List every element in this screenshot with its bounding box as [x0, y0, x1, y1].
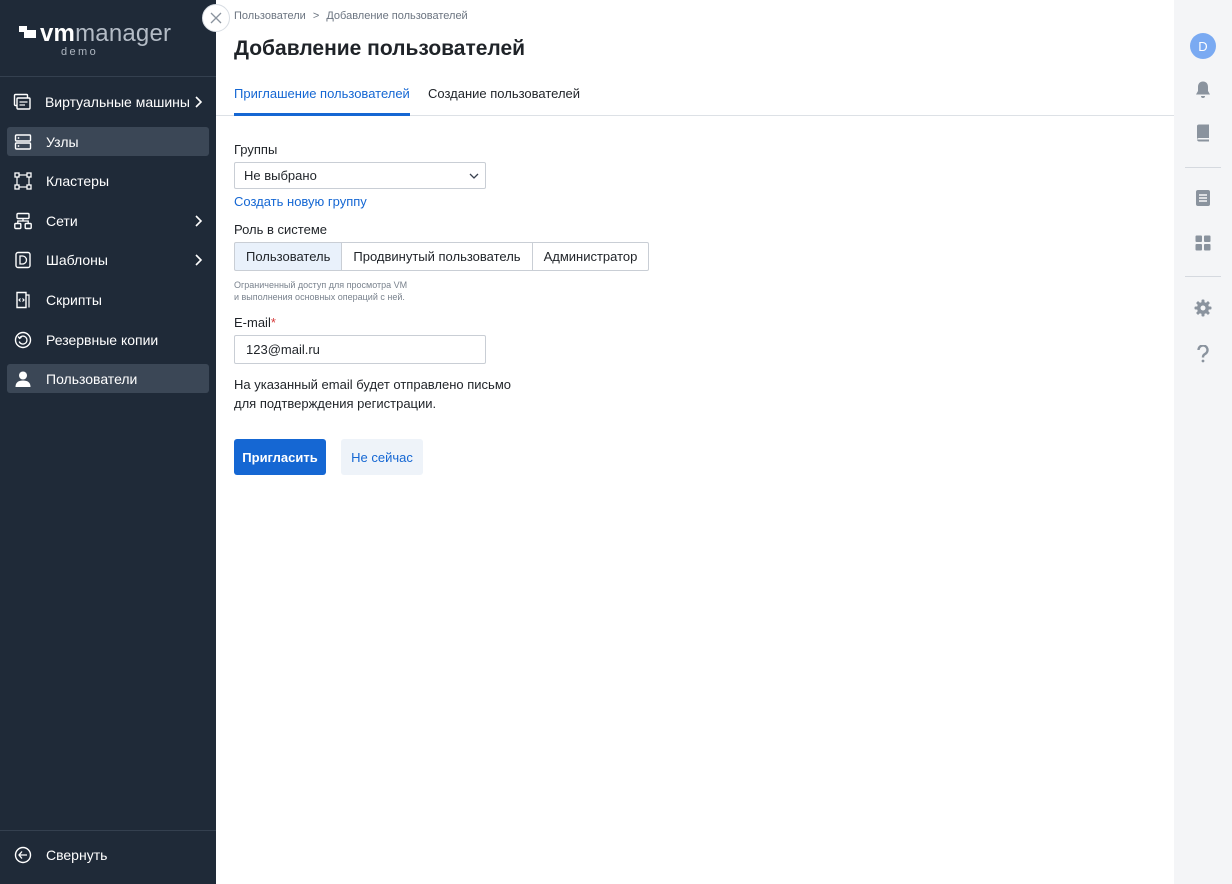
sidebar-divider: [0, 830, 216, 831]
right-rail: D: [1174, 0, 1232, 884]
breadcrumb: Пользователи > Добавление пользователей: [234, 10, 468, 22]
sidebar-item-label: Кластеры: [46, 172, 109, 189]
email-label-text: E-mail: [234, 315, 271, 330]
main-content: Пользователи > Добавление пользователей …: [216, 0, 1174, 884]
dashboard-icon[interactable]: [1192, 232, 1214, 254]
network-icon: [13, 211, 33, 231]
groups-label: Группы: [234, 142, 278, 157]
groups-select[interactable]: Не выбрано: [234, 162, 486, 189]
role-option-advanced-user[interactable]: Продвинутый пользователь: [341, 242, 533, 271]
email-label: E-mail*: [234, 315, 276, 330]
email-note-line: для подтверждения регистрации.: [234, 396, 437, 411]
sidebar-item-backups[interactable]: Резервные копии: [7, 325, 209, 354]
scripts-icon: [13, 290, 33, 310]
clusters-icon: [13, 171, 33, 191]
close-button[interactable]: [202, 4, 230, 32]
chevron-right-icon: [189, 212, 207, 230]
sidebar-item-clusters[interactable]: Кластеры: [7, 166, 209, 195]
email-field-value: 123@mail.ru: [246, 342, 320, 357]
close-icon: [210, 12, 222, 24]
help-icon[interactable]: [1192, 343, 1214, 365]
user-icon: [13, 369, 33, 389]
sidebar-collapse-button[interactable]: Свернуть: [7, 840, 209, 869]
sidebar-item-label: Резервные копии: [46, 331, 159, 348]
templates-icon: [13, 250, 33, 270]
chevron-right-icon: [189, 251, 207, 269]
tab-invite-users[interactable]: Приглашение пользователей: [234, 86, 410, 116]
logo-demo-text: demo: [61, 46, 99, 58]
role-hint-line: Ограниченный доступ для просмотра VM: [234, 280, 408, 290]
role-hint-line: и выполнения основных операций с ней.: [234, 292, 405, 302]
groups-select-value: Не выбрано: [244, 168, 317, 183]
email-field[interactable]: 123@mail.ru: [234, 335, 486, 364]
sidebar-item-label: Узлы: [46, 133, 79, 150]
breadcrumb-separator: >: [312, 10, 320, 22]
sidebar-item-label: Сети: [46, 212, 78, 229]
book-icon[interactable]: [1192, 122, 1214, 144]
rail-divider: [1185, 167, 1221, 168]
breadcrumb-current: Добавление пользователей: [326, 10, 468, 22]
sidebar-item-label: Пользователи: [46, 370, 138, 387]
sidebar-item-networks[interactable]: Сети: [7, 206, 209, 235]
sidebar-item-scripts[interactable]: Скрипты: [7, 285, 209, 314]
invite-button[interactable]: Пригласить: [234, 439, 326, 475]
sidebar-item-vms[interactable]: Виртуальные машины: [7, 87, 209, 116]
sidebar-item-nodes[interactable]: Узлы: [7, 127, 209, 156]
logo-vm-text: vm: [40, 20, 76, 47]
backup-icon: [13, 330, 33, 350]
required-mark: *: [270, 315, 276, 330]
tabs: Приглашение пользователей Создание польз…: [216, 80, 1174, 116]
collapse-icon: [13, 845, 33, 865]
role-label: Роль в системе: [234, 222, 327, 237]
chevron-down-icon: [463, 173, 485, 179]
email-note-line: На указанный email будет отправлено пись…: [234, 377, 511, 392]
create-group-link[interactable]: Создать новую группу: [234, 194, 367, 209]
page-title: Добавление пользователей: [234, 37, 526, 60]
logo-manager-text: manager: [75, 20, 172, 47]
role-option-user[interactable]: Пользователь: [234, 242, 343, 271]
breadcrumb-parent-link[interactable]: Пользователи: [234, 10, 306, 22]
settings-icon[interactable]: [1192, 297, 1214, 319]
nodes-icon: [13, 132, 33, 152]
role-selector: Пользователь Продвинутый пользователь Ад…: [234, 242, 650, 271]
not-now-button[interactable]: Не сейчас: [341, 439, 423, 475]
bell-icon[interactable]: [1192, 79, 1214, 101]
sidebar-item-users[interactable]: Пользователи: [7, 364, 209, 393]
logo-mark-icon: [19, 26, 37, 38]
sidebar-item-label: Виртуальные машины: [44, 93, 190, 110]
tab-create-users[interactable]: Создание пользователей: [428, 86, 580, 116]
sidebar-item-templates[interactable]: Шаблоны: [7, 245, 209, 274]
document-icon[interactable]: [1192, 187, 1214, 209]
email-note: На указанный email будет отправлено пись…: [234, 375, 511, 413]
role-hint: Ограниченный доступ для просмотра VM и в…: [234, 279, 407, 303]
vm-icon: [13, 92, 32, 112]
sidebar: vmmanager demo Виртуальные машины Узлы К…: [0, 0, 216, 884]
chevron-right-icon: [190, 93, 207, 111]
sidebar-item-label: Скрипты: [46, 291, 102, 308]
collapse-label: Свернуть: [46, 846, 108, 863]
role-option-admin[interactable]: Администратор: [531, 242, 650, 271]
logo[interactable]: vmmanager demo: [19, 20, 199, 60]
sidebar-divider: [0, 76, 216, 77]
avatar[interactable]: D: [1190, 33, 1216, 59]
rail-divider: [1185, 276, 1221, 277]
sidebar-item-label: Шаблоны: [46, 251, 108, 268]
